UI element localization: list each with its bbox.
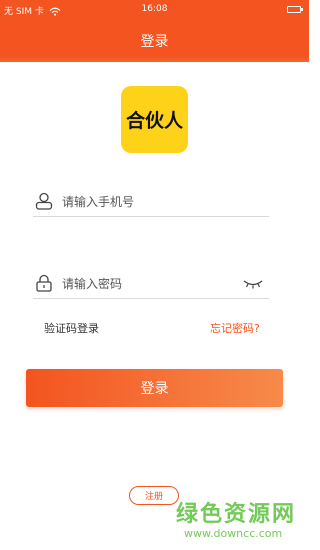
phone-input[interactable]: [60, 190, 244, 214]
status-time: 16:08: [141, 4, 168, 14]
eye-closed-icon[interactable]: [243, 279, 263, 289]
app-logo: 合伙人: [121, 86, 188, 153]
phone-field: [33, 188, 269, 217]
password-field: [33, 270, 269, 299]
app-header: 登录: [0, 20, 309, 62]
lock-icon: [36, 274, 52, 292]
login-button[interactable]: 登录: [26, 369, 283, 407]
sms-login-link[interactable]: 验证码登录: [44, 320, 99, 336]
watermark: 绿色资源网 www.downcc.com: [176, 496, 306, 544]
page-title: 登录: [140, 34, 169, 50]
status-bar: 无 SIM 卡 16:08: [0, 0, 309, 20]
forgot-password-link[interactable]: 忘记密码?: [210, 320, 260, 336]
watermark-text: 绿色资源网: [176, 502, 297, 527]
battery-icon: [287, 6, 303, 13]
logo-text: 合伙人: [125, 110, 183, 132]
watermark-url: www.downcc.com: [184, 527, 283, 540]
password-input[interactable]: [60, 272, 244, 296]
register-button[interactable]: 注册: [129, 486, 179, 505]
user-icon: [35, 192, 53, 210]
